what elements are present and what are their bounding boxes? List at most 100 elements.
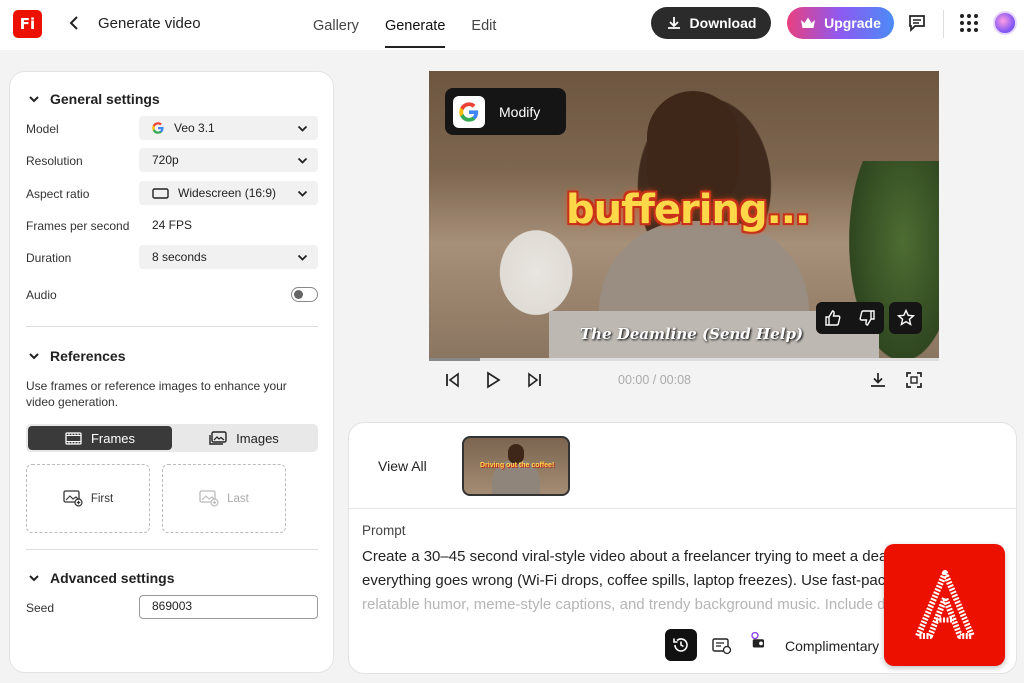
main-tabs: Gallery Generate Edit <box>300 0 509 50</box>
fps-label: Frames per second <box>26 219 130 233</box>
last-frame-label: Last <box>227 492 249 505</box>
back-arrow-icon[interactable] <box>66 14 82 32</box>
history-clock-icon <box>673 638 688 652</box>
advanced-settings-header[interactable]: Advanced settings <box>28 570 174 586</box>
toggle-knob <box>294 289 303 299</box>
resolution-label: Resolution <box>26 154 83 168</box>
upgrade-button-label: Upgrade <box>824 15 881 31</box>
chevron-down-icon <box>297 254 308 261</box>
first-frame-label: First <box>90 492 114 505</box>
prompt-label: Prompt <box>362 523 406 538</box>
duration-value: 8 seconds <box>152 250 207 264</box>
references-segmented-control: Frames Images <box>26 424 318 452</box>
chevron-down-icon <box>297 157 308 164</box>
references-header[interactable]: References <box>28 348 126 364</box>
adobe-a-icon <box>914 570 975 639</box>
upgrade-button[interactable]: Upgrade <box>787 7 894 39</box>
credits-sparkle-icon[interactable] <box>748 631 768 649</box>
chevron-down-icon <box>29 96 39 103</box>
view-all-link[interactable]: View All <box>378 458 427 474</box>
seed-input[interactable]: 869003 <box>139 595 318 619</box>
chevron-down-icon <box>297 190 308 197</box>
add-image-icon <box>199 490 219 507</box>
history-button[interactable] <box>665 629 697 661</box>
references-title: References <box>50 348 126 364</box>
aspect-ratio-label: Aspect ratio <box>26 187 90 201</box>
download-button[interactable]: Download <box>651 7 771 39</box>
duration-select[interactable]: 8 seconds <box>139 245 318 269</box>
top-bar: Fi Generate video Gallery Generate Edit … <box>0 0 1024 50</box>
audio-toggle[interactable] <box>291 287 318 302</box>
modify-label: Modify <box>499 103 541 120</box>
fullscreen-icon[interactable] <box>905 371 923 389</box>
tab-edit[interactable]: Edit <box>461 0 506 50</box>
skip-back-icon[interactable] <box>444 371 462 389</box>
add-image-icon <box>63 490 83 507</box>
firefly-logo[interactable]: Fi <box>13 10 42 38</box>
image-settings-icon[interactable] <box>712 637 732 655</box>
section-divider <box>26 326 318 327</box>
video-subtitle: The Deamline (Send Help) <box>580 325 804 343</box>
video-progress-fill <box>429 358 480 361</box>
favorite-button[interactable] <box>889 302 922 334</box>
thumbnail-person-head <box>508 444 524 464</box>
google-g-icon <box>459 101 479 122</box>
credits-label: Complimentary <box>785 638 880 654</box>
settings-panel: General settings Model Veo 3.1 Resolutio… <box>9 71 334 673</box>
video-overlay-caption: buffering... <box>566 187 810 233</box>
download-icon <box>667 17 680 29</box>
fps-value: 24 FPS <box>152 218 193 232</box>
film-frames-icon <box>65 431 82 445</box>
adobe-logo-badge[interactable] <box>884 544 1005 666</box>
thumbs-up-icon[interactable] <box>824 309 842 327</box>
star-icon <box>896 309 915 326</box>
download-icon[interactable] <box>869 371 887 389</box>
video-progress-bar[interactable] <box>429 358 939 361</box>
widescreen-icon <box>152 187 169 199</box>
duration-label: Duration <box>26 251 72 265</box>
audio-label: Audio <box>26 288 57 302</box>
user-avatar[interactable] <box>993 11 1017 35</box>
skip-forward-icon[interactable] <box>525 371 543 389</box>
chevron-down-icon <box>297 125 308 132</box>
model-select[interactable]: Veo 3.1 <box>139 116 318 140</box>
first-frame-slot[interactable]: First <box>26 464 150 533</box>
model-value: Veo 3.1 <box>174 121 215 135</box>
resolution-select[interactable]: 720p <box>139 148 318 172</box>
aspect-ratio-value: Widescreen (16:9) <box>178 186 277 200</box>
thumbs-down-icon[interactable] <box>858 309 876 327</box>
references-description: Use frames or reference images to enhanc… <box>26 379 287 409</box>
chevron-down-icon <box>29 575 39 582</box>
video-time: 00:00 / 00:08 <box>618 373 691 387</box>
card-divider <box>349 508 1016 509</box>
seed-label: Seed <box>26 601 55 615</box>
crown-icon <box>801 17 816 28</box>
model-label: Model <box>26 122 59 136</box>
download-button-label: Download <box>689 15 757 31</box>
section-divider <box>26 549 318 550</box>
images-tab[interactable]: Images <box>172 426 316 450</box>
feedback-chat-icon[interactable] <box>907 13 927 33</box>
images-tab-label: Images <box>236 430 279 446</box>
images-icon <box>209 431 227 445</box>
thumbnail-caption: Driving out the coffee! <box>480 462 555 469</box>
general-settings-title: General settings <box>50 91 160 107</box>
topbar-divider <box>943 10 944 38</box>
play-icon[interactable] <box>484 371 502 389</box>
last-frame-slot[interactable]: Last <box>162 464 286 533</box>
aspect-ratio-select[interactable]: Widescreen (16:9) <box>139 181 318 205</box>
page-title: Generate video <box>98 15 201 32</box>
general-settings-header[interactable]: General settings <box>28 91 160 107</box>
resolution-value: 720p <box>152 153 179 167</box>
tab-generate[interactable]: Generate <box>375 0 455 50</box>
google-logo-box <box>453 95 485 128</box>
modify-button[interactable]: Modify <box>445 88 566 135</box>
advanced-settings-title: Advanced settings <box>50 570 175 586</box>
tab-gallery[interactable]: Gallery <box>303 0 369 50</box>
rating-group <box>816 302 884 334</box>
chevron-down-icon <box>29 353 39 360</box>
google-g-icon <box>152 122 164 134</box>
frames-tab[interactable]: Frames <box>28 426 172 450</box>
apps-grid-icon[interactable] <box>959 13 979 33</box>
history-thumbnail[interactable]: Driving out the coffee! <box>462 436 570 496</box>
